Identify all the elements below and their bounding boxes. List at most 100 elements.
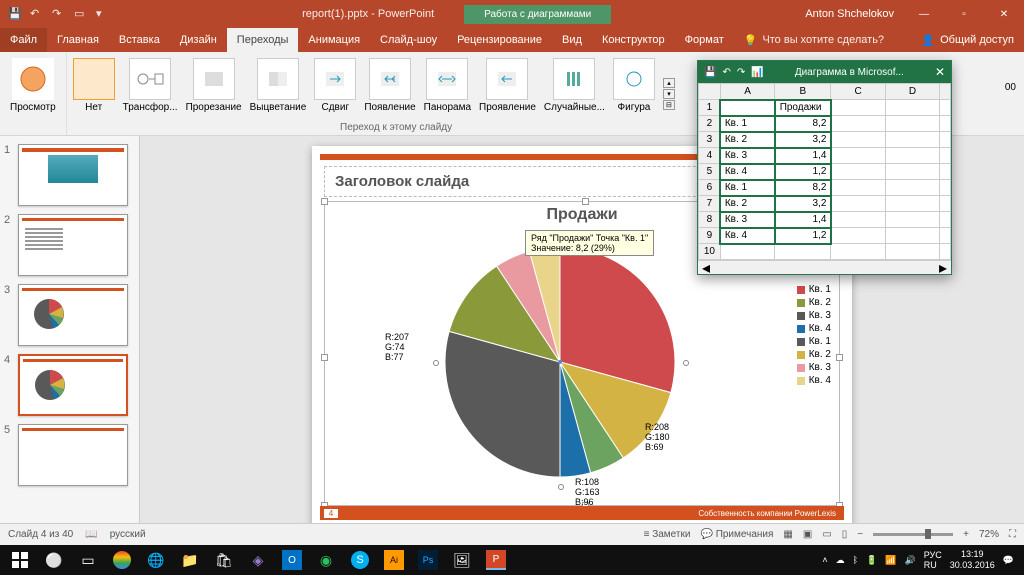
search-icon[interactable]: ⚪ <box>38 546 70 574</box>
tab-design[interactable]: Дизайн <box>170 28 227 52</box>
transition-cut[interactable]: Прорезание <box>182 56 246 131</box>
start-slideshow-icon[interactable]: ▭ <box>74 7 88 21</box>
tray-up-icon[interactable]: ˄ <box>822 555 827 565</box>
view-slideshow-icon[interactable]: ▯ <box>842 529 848 540</box>
gallery-down-icon[interactable]: ▾ <box>663 89 675 99</box>
battery-icon[interactable]: 🔋 <box>866 555 877 566</box>
restore-button[interactable]: ▫ <box>944 0 984 28</box>
slide-thumbnails-panel[interactable]: 1 2 3 4 5 <box>0 136 140 523</box>
spellcheck-icon[interactable]: 📖 <box>85 529 97 540</box>
undo-icon[interactable]: ↶ <box>30 7 44 21</box>
onedrive-icon[interactable]: ☁ <box>836 555 845 566</box>
outlook-icon[interactable]: O <box>282 550 302 570</box>
thumbnail-1[interactable] <box>18 144 128 206</box>
zoom-slider[interactable] <box>873 533 953 536</box>
timing-duration[interactable]: 00 <box>1005 82 1016 93</box>
notes-button[interactable]: ≡ Заметки <box>644 529 691 540</box>
qat-more-icon[interactable]: ▾ <box>96 7 110 21</box>
user-name[interactable]: Anton Shchelokov <box>795 8 904 20</box>
legend-item[interactable]: Кв. 4 <box>797 323 831 334</box>
transition-reveal[interactable]: Проявление <box>475 56 540 131</box>
thumbnail-2[interactable] <box>18 214 128 276</box>
volume-icon[interactable]: 🔊 <box>904 555 915 566</box>
thumbnail-5[interactable] <box>18 424 128 486</box>
legend-item[interactable]: Кв. 2 <box>797 297 831 308</box>
language-indicator[interactable]: русский <box>110 529 146 540</box>
excel-close-button[interactable]: ✕ <box>935 65 945 79</box>
comments-button[interactable]: 💬 Примечания <box>700 529 773 540</box>
tab-file[interactable]: Файл <box>0 28 47 52</box>
powerpoint-icon[interactable]: P <box>486 550 506 570</box>
view-reading-icon[interactable]: ▭ <box>822 529 831 540</box>
zoom-percent[interactable]: 72% <box>979 529 999 540</box>
legend-item[interactable]: Кв. 3 <box>797 310 831 321</box>
chart-legend[interactable]: Кв. 1 Кв. 2 Кв. 3 Кв. 4 Кв. 1 Кв. 2 Кв. 3 Кв. 4 <box>797 282 831 388</box>
transition-appear[interactable]: Появление <box>360 56 419 131</box>
excel-title-bar[interactable]: 💾 ↶ ↷ 📊 Диаграмма в Microsof... ✕ <box>698 61 951 83</box>
transition-fade[interactable]: Выцветание <box>246 56 311 131</box>
excel-grid[interactable]: ABCD1Продажи2Кв. 18,23Кв. 23,24Кв. 31,45… <box>698 83 951 260</box>
start-button[interactable] <box>4 546 36 574</box>
transition-push[interactable]: Сдвиг <box>310 56 360 131</box>
tab-slideshow[interactable]: Слайд-шоу <box>370 28 447 52</box>
minimize-button[interactable]: — <box>904 0 944 28</box>
zoom-out-icon[interactable]: − <box>857 529 863 540</box>
thumbnail-3[interactable] <box>18 284 128 346</box>
tab-designer[interactable]: Конструктор <box>592 28 675 52</box>
view-normal-icon[interactable]: ▦ <box>783 529 792 540</box>
transition-shape[interactable]: Фигура <box>609 56 659 131</box>
tab-animations[interactable]: Анимация <box>298 28 370 52</box>
skype-icon[interactable]: S <box>351 551 369 569</box>
excel-scrollbar[interactable]: ◂▸ <box>698 260 951 274</box>
close-button[interactable]: ✕ <box>984 0 1024 28</box>
transition-random[interactable]: Случайные... <box>540 56 609 131</box>
excel-save-icon[interactable]: 💾 <box>704 67 716 78</box>
thumbnail-4[interactable] <box>18 354 128 416</box>
save-icon[interactable]: 💾 <box>8 7 22 21</box>
windows-taskbar[interactable]: ⚪ ▭ 🌐 📁 🛍 ◈ O ◉ S Ai Ps 🖼 P ˄ ☁ ᛒ 🔋 📶 🔊 … <box>0 545 1024 575</box>
photoshop-icon[interactable]: Ps <box>418 550 438 570</box>
tab-format[interactable]: Формат <box>675 28 734 52</box>
photos-icon[interactable]: 🖼 <box>446 546 478 574</box>
tab-transitions[interactable]: Переходы <box>227 28 299 52</box>
lang-indicator[interactable]: РУСRU <box>924 550 942 570</box>
gallery-more-icon[interactable]: ⊟ <box>663 100 675 110</box>
zoom-in-icon[interactable]: + <box>963 529 969 540</box>
chrome-icon[interactable] <box>113 551 131 569</box>
fit-to-window-icon[interactable]: ⛶ <box>1009 529 1016 540</box>
legend-item[interactable]: Кв. 2 <box>797 349 831 360</box>
edge-icon[interactable]: 🌐 <box>140 546 172 574</box>
tab-home[interactable]: Главная <box>47 28 109 52</box>
transition-transform[interactable]: Трансфор... <box>119 56 182 131</box>
illustrator-icon[interactable]: Ai <box>384 550 404 570</box>
tab-insert[interactable]: Вставка <box>109 28 170 52</box>
redo-icon[interactable]: ↷ <box>52 7 66 21</box>
visual-studio-icon[interactable]: ◈ <box>242 546 274 574</box>
view-sorter-icon[interactable]: ▣ <box>803 529 812 540</box>
bluetooth-icon[interactable]: ᛒ <box>853 555 858 565</box>
clock[interactable]: 13:1930.03.2016 <box>950 549 995 571</box>
tab-view[interactable]: Вид <box>552 28 592 52</box>
legend-item[interactable]: Кв. 1 <box>797 336 831 347</box>
transition-none[interactable]: Нет <box>69 56 119 131</box>
share-button[interactable]: 👤 Общий доступ <box>921 34 1014 47</box>
excel-redo-icon[interactable]: ↷ <box>737 67 745 78</box>
preview-button[interactable]: Просмотр <box>6 56 60 115</box>
gallery-up-icon[interactable]: ▴ <box>663 78 675 88</box>
excel-undo-icon[interactable]: ↶ <box>722 67 730 78</box>
explorer-icon[interactable]: 📁 <box>174 546 206 574</box>
slide-counter[interactable]: Слайд 4 из 40 <box>8 529 73 540</box>
transition-panorama[interactable]: Панорама <box>420 56 475 131</box>
evernote-icon[interactable]: ◉ <box>310 546 342 574</box>
action-center-icon[interactable]: 💬 <box>1003 555 1014 566</box>
legend-item[interactable]: Кв. 4 <box>797 375 831 386</box>
excel-data-window[interactable]: 💾 ↶ ↷ 📊 Диаграмма в Microsof... ✕ ABCD1П… <box>697 60 952 275</box>
system-tray[interactable]: ˄ ☁ ᛒ 🔋 📶 🔊 РУСRU 13:1930.03.2016 💬 <box>822 549 1020 571</box>
tab-review[interactable]: Рецензирование <box>447 28 552 52</box>
wifi-icon[interactable]: 📶 <box>885 555 896 566</box>
legend-item[interactable]: Кв. 3 <box>797 362 831 373</box>
task-view-icon[interactable]: ▭ <box>72 546 104 574</box>
tell-me-search[interactable]: 💡 Что вы хотите сделать? <box>744 34 884 47</box>
legend-item[interactable]: Кв. 1 <box>797 284 831 295</box>
store-icon[interactable]: 🛍 <box>208 546 240 574</box>
